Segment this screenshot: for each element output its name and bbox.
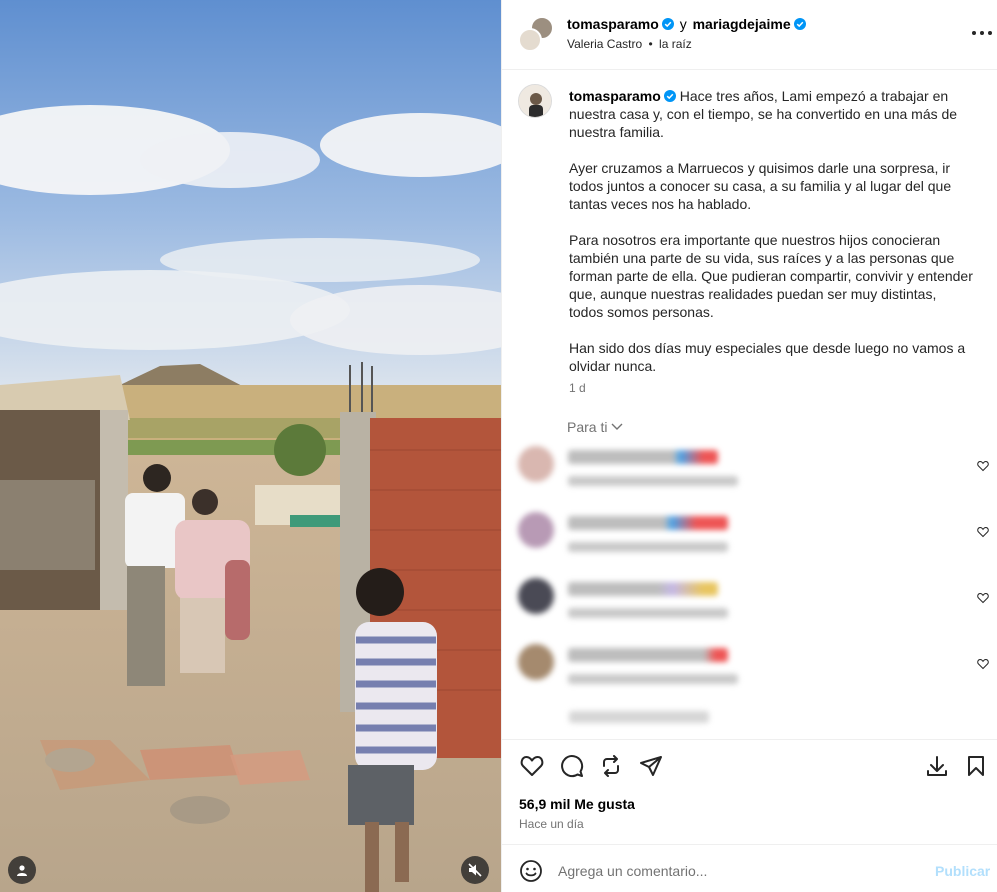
avatar-image [519,85,551,117]
verified-badge-icon [663,90,676,102]
author-username[interactable]: tomasparamo [567,16,659,32]
like-button[interactable] [519,753,545,779]
post-detail-panel: tomasparamo y mariagdejaime Valeria Cast… [501,0,997,892]
post-timestamp[interactable]: Hace un día [519,817,584,831]
verified-badge-icon [661,18,674,30]
send-icon [640,756,662,776]
authors-connector: y [679,16,687,32]
avatar[interactable] [518,446,554,482]
speaker-muted-icon [468,863,482,877]
post-video-scene [0,0,501,892]
comments-filter-label: Para ti [567,419,608,435]
heart-icon [520,756,544,776]
post-subtitle: Valeria Castro • la raíz [567,37,692,51]
comment-text-redacted [568,516,728,530]
mute-button[interactable] [461,856,489,884]
caption-paragraph: Ayer cruzamos a Marruecos y quisimos dar… [569,160,952,212]
view-replies-redacted[interactable] [569,711,709,723]
likes-count[interactable]: 56,9 mil Me gusta [519,796,635,812]
repost-button[interactable] [598,753,624,779]
post-header: tomasparamo y mariagdejaime Valeria Cast… [502,0,997,70]
avatar[interactable] [518,644,554,680]
heart-icon[interactable] [977,526,989,538]
save-button[interactable] [963,753,989,779]
comment-button[interactable] [559,753,585,779]
comment-text-redacted [568,582,718,596]
post-caption: tomasparamo Hace tres años, Lami empezó … [569,87,974,393]
download-button[interactable] [924,753,950,779]
comment-meta-redacted [568,476,738,486]
repost-icon [603,755,619,777]
comment-meta-redacted [568,542,728,552]
caption-paragraph: Han sido dos días muy especiales que des… [569,340,966,374]
heart-icon[interactable] [977,460,989,472]
tagged-users-button[interactable] [8,856,36,884]
dot-icon [980,31,984,35]
share-button[interactable] [638,753,664,779]
post-authors: tomasparamo y mariagdejaime [567,15,806,33]
caption-paragraph: Para nosotros era importante que nuestro… [569,232,973,320]
comments-filter-dropdown[interactable]: Para ti [567,419,623,435]
audio-link[interactable]: la raíz [659,37,692,51]
comment-item [518,444,989,496]
dot-icon [988,31,992,35]
caption-username[interactable]: tomasparamo [569,88,661,104]
tagged-person-link[interactable]: Valeria Castro [567,37,642,51]
comment-composer: Publicar [502,844,997,892]
comment-meta-redacted [568,608,728,618]
avatar[interactable] [518,84,552,118]
publish-button[interactable]: Publicar [935,863,990,879]
caption-timestamp[interactable]: 1 d [569,381,586,395]
avatar[interactable] [518,28,542,52]
comment-text-redacted [568,450,718,464]
coauthor-avatars[interactable] [518,16,556,54]
more-options-button[interactable] [972,25,992,41]
comment-item [518,576,989,628]
comment-text-redacted [568,648,728,662]
bookmark-icon [968,756,984,776]
avatar[interactable] [518,512,554,548]
actions-divider [502,739,997,740]
comment-item [518,642,989,694]
emoji-icon[interactable] [519,859,543,883]
user-icon [17,865,27,876]
comment-meta-redacted [568,674,738,684]
comment-bubble-icon [561,755,584,778]
dot-icon [972,31,976,35]
heart-icon[interactable] [977,658,989,670]
avatar[interactable] [518,578,554,614]
comment-item [518,510,989,562]
download-icon [927,756,947,776]
chevron-down-icon [611,423,623,430]
verified-badge-icon [793,18,806,30]
coauthor-username[interactable]: mariagdejaime [693,16,791,32]
comment-input[interactable] [558,860,918,882]
subtitle-separator: • [648,37,653,51]
heart-icon[interactable] [977,592,989,604]
post-media[interactable] [0,0,501,892]
